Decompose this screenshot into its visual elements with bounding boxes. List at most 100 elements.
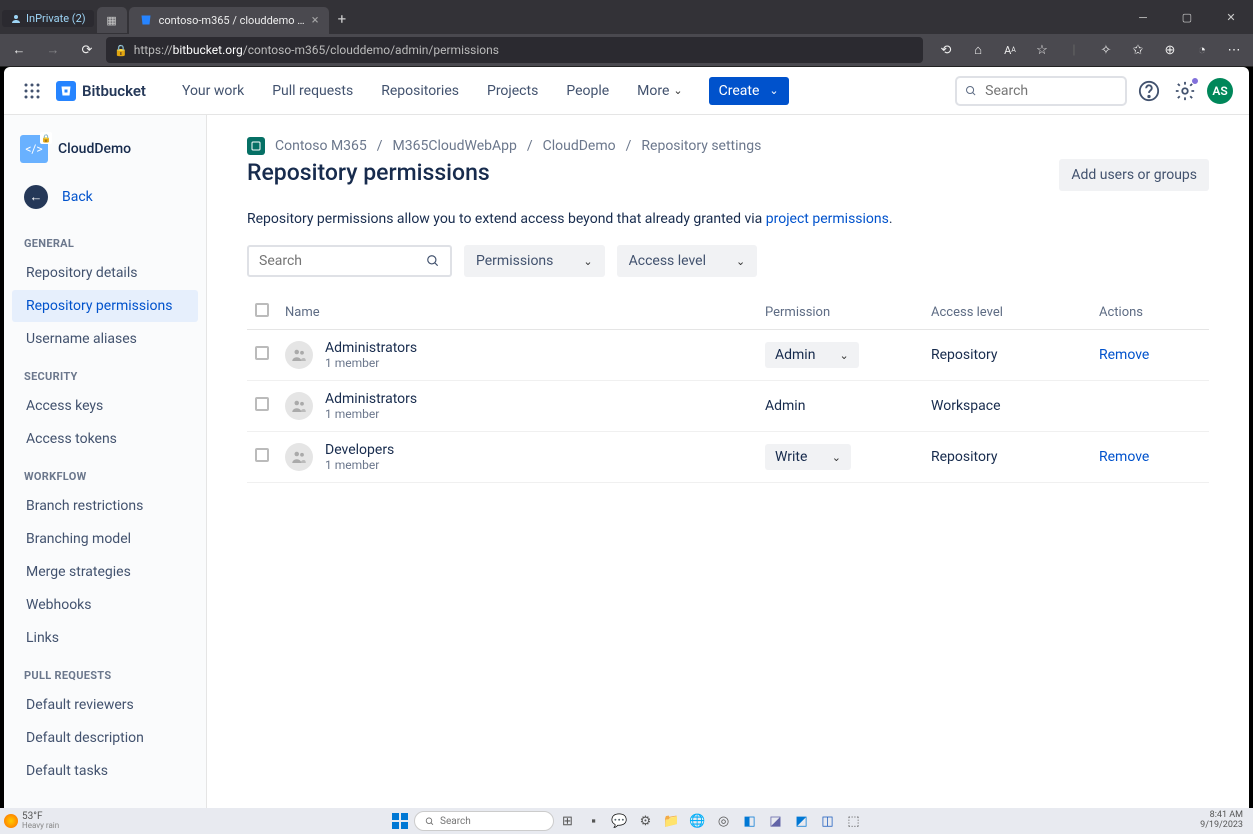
extensions-icon[interactable]: ✧: [1091, 36, 1121, 64]
text-size-icon[interactable]: AA: [995, 36, 1025, 64]
filter-search[interactable]: [247, 245, 452, 277]
permission-dropdown[interactable]: Admin⌄: [765, 342, 859, 368]
add-users-button[interactable]: Add users or groups: [1059, 159, 1209, 191]
group-name: Developers: [325, 442, 394, 458]
taskbar-outlook-icon[interactable]: ◧: [738, 809, 762, 833]
address-bar[interactable]: 🔒 https://bitbucket.org/contoso-m365/clo…: [106, 37, 923, 63]
nav-pull-requests[interactable]: Pull requests: [260, 79, 365, 103]
filter-access-level-dropdown[interactable]: Access level⌄: [617, 245, 758, 277]
sidebar-item-webhooks[interactable]: Webhooks: [12, 589, 198, 621]
window-maximize-button[interactable]: ▢: [1165, 0, 1209, 34]
window-minimize-button[interactable]: ─: [1121, 0, 1165, 34]
group-member-count: 1 member: [325, 458, 394, 472]
bitbucket-logo[interactable]: Bitbucket: [56, 81, 146, 101]
breadcrumb-l4[interactable]: Repository settings: [641, 138, 761, 154]
sidebar-item-access-tokens[interactable]: Access tokens: [12, 423, 198, 455]
filter-search-input[interactable]: [259, 253, 399, 269]
favorite-icon[interactable]: ☆: [1027, 36, 1057, 64]
sidebar-item-links[interactable]: Links: [12, 622, 198, 654]
search-icon: [965, 84, 977, 98]
create-button[interactable]: Create ⌄: [709, 77, 789, 105]
collections-icon[interactable]: ⊕: [1155, 36, 1185, 64]
taskbar-word-icon[interactable]: ◫: [816, 809, 840, 833]
search-input[interactable]: [985, 83, 1117, 99]
browser-forward-button[interactable]: →: [38, 36, 68, 64]
settings-icon[interactable]: [1171, 77, 1199, 105]
taskbar-teams-icon[interactable]: ◪: [764, 809, 788, 833]
taskbar-explorer-icon[interactable]: 📁: [660, 809, 684, 833]
user-avatar[interactable]: AS: [1207, 78, 1233, 104]
profile-icon[interactable]: ◔: [1187, 36, 1217, 64]
chevron-down-icon: ⌄: [839, 349, 848, 362]
back-button[interactable]: ← Back: [4, 175, 206, 223]
remove-link[interactable]: Remove: [1099, 347, 1149, 363]
filter-permissions-dropdown[interactable]: Permissions⌄: [464, 245, 605, 277]
nav-your-work[interactable]: Your work: [170, 79, 256, 103]
taskbar-search[interactable]: [414, 811, 554, 831]
tab-close-icon[interactable]: ×: [312, 13, 319, 28]
row-checkbox[interactable]: [255, 448, 269, 462]
task-view-icon[interactable]: ⊞: [556, 809, 580, 833]
help-icon[interactable]: [1135, 77, 1163, 105]
sidebar-item-default-description[interactable]: Default description: [12, 722, 198, 754]
bitbucket-logo-icon: [56, 81, 76, 101]
sidebar-item-branch-restrictions[interactable]: Branch restrictions: [12, 490, 198, 522]
sidebar-item-default-tasks[interactable]: Default tasks: [12, 755, 198, 787]
breadcrumb-l2[interactable]: M365CloudWebApp: [393, 138, 517, 154]
browser-tab-active[interactable]: contoso-m365 / clouddemo — ×: [129, 7, 329, 34]
shopping-icon[interactable]: ⌂: [963, 36, 993, 64]
remove-link[interactable]: Remove: [1099, 449, 1149, 465]
nav-projects[interactable]: Projects: [475, 79, 550, 103]
taskbar-date[interactable]: 9/19/2023: [1200, 821, 1243, 831]
inprivate-label: InPrivate (2): [26, 12, 86, 25]
sidebar-item-default-reviewers[interactable]: Default reviewers: [12, 689, 198, 721]
weather-widget[interactable]: 53°F Heavy rain: [4, 812, 59, 830]
sidebar-item-username-aliases[interactable]: Username aliases: [12, 323, 198, 355]
taskbar-edge-icon[interactable]: 🌐: [686, 809, 710, 833]
browser-refresh-button[interactable]: ⟳: [72, 36, 102, 64]
nav-more[interactable]: More⌄: [625, 79, 694, 103]
col-permission: Permission: [757, 295, 923, 330]
favorites-bar-icon[interactable]: ✩: [1123, 36, 1153, 64]
group-avatar-icon: [285, 341, 313, 369]
sidebar-group-pull-requests: PULL REQUESTS: [4, 655, 206, 688]
sidebar-item-repo-permissions[interactable]: Repository permissions: [12, 290, 198, 322]
breadcrumb-l3[interactable]: CloudDemo: [543, 138, 616, 154]
browser-back-button[interactable]: ←: [4, 36, 34, 64]
breadcrumb-l1[interactable]: Contoso M365: [275, 138, 367, 154]
taskbar-chrome-icon[interactable]: ◎: [712, 809, 736, 833]
app-switcher-icon[interactable]: [20, 79, 44, 103]
browser-tab-pinned[interactable]: ▦: [97, 7, 127, 33]
permission-dropdown[interactable]: Write⌄: [765, 444, 851, 470]
sync-icon[interactable]: ⟲: [931, 36, 961, 64]
taskbar-app-3[interactable]: ◩: [790, 809, 814, 833]
sidebar-group-workflow: WORKFLOW: [4, 456, 206, 489]
row-checkbox[interactable]: [255, 397, 269, 411]
sidebar-item-branching-model[interactable]: Branching model: [12, 523, 198, 555]
group-avatar-icon: [285, 392, 313, 420]
taskbar-app-1[interactable]: ▪: [582, 809, 606, 833]
repo-card: </> 🔒 CloudDemo: [4, 131, 206, 175]
sidebar-item-merge-strategies[interactable]: Merge strategies: [12, 556, 198, 588]
col-actions: Actions: [1091, 295, 1209, 330]
browser-more-icon[interactable]: ⋯: [1219, 36, 1249, 64]
sidebar-item-access-keys[interactable]: Access keys: [12, 390, 198, 422]
row-checkbox[interactable]: [255, 346, 269, 360]
taskbar-app-2[interactable]: ⚙: [634, 809, 658, 833]
repo-icon: </> 🔒: [20, 135, 48, 163]
back-arrow-icon: ←: [24, 185, 48, 209]
window-close-button[interactable]: ✕: [1209, 0, 1253, 34]
select-all-checkbox[interactable]: [255, 303, 269, 317]
group-member-count: 1 member: [325, 407, 417, 421]
new-tab-button[interactable]: +: [330, 6, 355, 32]
sidebar-item-repo-details[interactable]: Repository details: [12, 257, 198, 289]
taskbar-chat-icon[interactable]: 💬: [608, 809, 632, 833]
breadcrumb-sep: /: [626, 138, 632, 154]
start-button[interactable]: [388, 809, 412, 833]
global-search[interactable]: [955, 76, 1127, 106]
nav-people[interactable]: People: [554, 79, 621, 103]
taskbar-search-input[interactable]: [440, 816, 542, 827]
taskbar-app-4[interactable]: ⬚: [842, 809, 866, 833]
project-permissions-link[interactable]: project permissions: [766, 211, 889, 227]
nav-repositories[interactable]: Repositories: [369, 79, 471, 103]
